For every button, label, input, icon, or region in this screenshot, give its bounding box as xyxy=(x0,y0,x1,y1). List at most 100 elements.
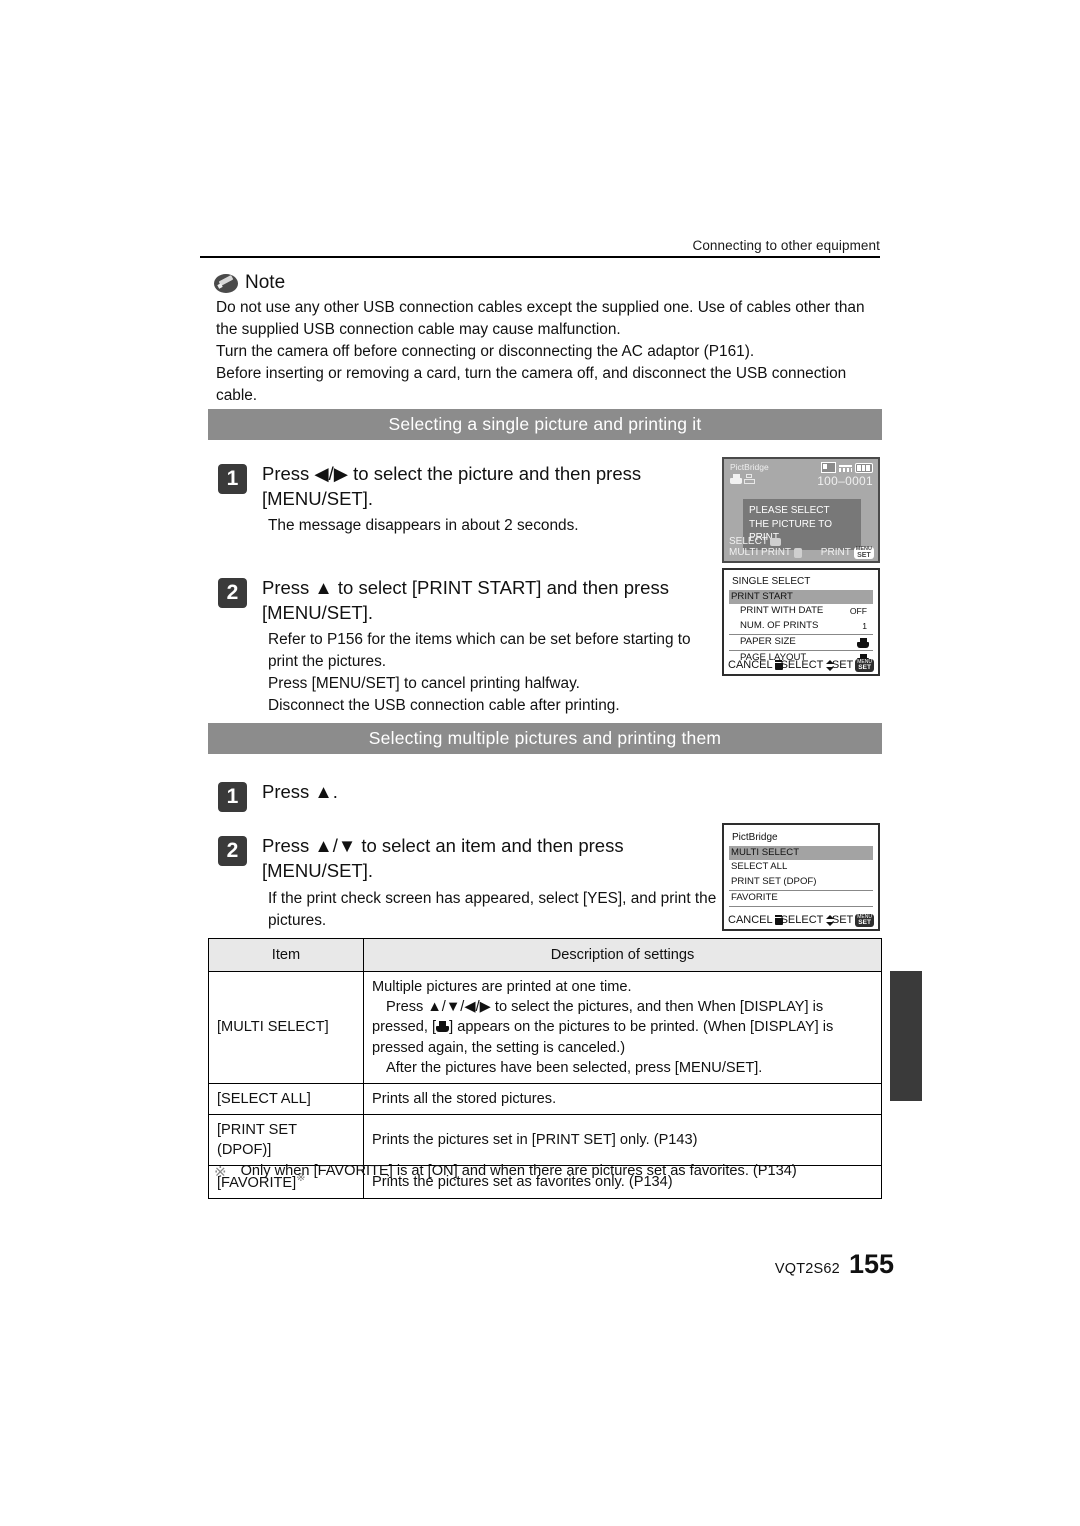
desc-line: Prints all the stored pictures. xyxy=(372,1090,557,1107)
multi-step-detail-2: If the print check screen has appeared, … xyxy=(268,888,718,932)
lcd-menu-item-print-start[interactable]: PRINT START xyxy=(729,589,873,605)
table-header-row: Item Description of settings xyxy=(208,937,882,973)
lcd-menu-footer: CANCEL SELECT SET MENU SET xyxy=(728,913,874,927)
multi-step-number-2: 2 xyxy=(218,836,247,866)
multi-step-number-1: 1 xyxy=(218,782,247,812)
footer-set-label: SET xyxy=(831,914,854,927)
note-line: Before inserting or removing a card, tur… xyxy=(216,364,847,404)
print-indicator-icons xyxy=(730,474,755,484)
desc-line: After the pictures have been selected, p… xyxy=(386,1059,763,1076)
note-line: Turn the camera off before connecting or… xyxy=(216,342,755,360)
multi-step-heading-1: Press ▲. xyxy=(262,781,338,802)
settings-table: Item Description of settings [MULTI SELE… xyxy=(208,937,882,1200)
note-body: Do not use any other USB connection cabl… xyxy=(216,297,884,406)
desc-line: Press ▲/▼/◀/▶ to select the pictures, an… xyxy=(386,999,824,1016)
page-footer: VQT2S62 155 xyxy=(775,1249,894,1280)
note-heading: Note xyxy=(214,272,285,294)
lcd-footer-multiprint-label: MULTI PRINT xyxy=(729,547,792,559)
footer-set-label: SET xyxy=(831,659,854,672)
lcd-title: PictBridge xyxy=(730,462,769,472)
menu-item-label: PRINT WITH DATE xyxy=(740,605,824,617)
printer-icon xyxy=(857,637,869,648)
footer-cancel-label: CANCEL xyxy=(728,659,773,672)
lcd-menu-footer: CANCEL SELECT SET MENU SET xyxy=(728,658,874,672)
battery-icon xyxy=(855,462,873,473)
up-down-arrow-icon xyxy=(825,914,835,926)
file-number: 100–0001 xyxy=(817,474,873,488)
chapter-edge-tab xyxy=(890,971,922,1101)
table-row: [MULTI SELECT] Multiple pictures are pri… xyxy=(208,971,882,1084)
desc-line: Prints the pictures set in [PRINT SET] o… xyxy=(372,1131,698,1148)
printer-icon xyxy=(730,474,742,484)
step-heading-2: Press ▲ to select [PRINT START] and then… xyxy=(262,577,669,623)
menu-item-label: MULTI SELECT xyxy=(731,846,800,858)
footer-select-label: SELECT xyxy=(780,659,824,672)
step-detail-line: Disconnect the USB connection cable afte… xyxy=(268,696,620,714)
up-down-pad-icon xyxy=(794,547,803,558)
footnote-marker: ※ xyxy=(214,1164,227,1181)
menu-item-label: FAVORITE xyxy=(731,892,778,904)
up-down-arrow-icon xyxy=(825,659,835,671)
lcd-menu-item-print-with-date[interactable]: PRINT WITH DATE OFF xyxy=(729,604,873,619)
menu-item-label: PRINT SET (DPOF) xyxy=(731,876,817,888)
table-cell-item: [PRINT SET (DPOF)] xyxy=(208,1113,364,1167)
lcd-menu-item-select-all[interactable]: SELECT ALL xyxy=(729,860,873,875)
section-title-multiple: Selecting multiple pictures and printing… xyxy=(208,723,882,754)
desc-line-with-icon: pressed, [] appears on the pictures to b… xyxy=(372,1017,873,1037)
table-row: [PRINT SET (DPOF)] Prints the pictures s… xyxy=(208,1113,882,1167)
footnote: ※ Only when [FAVORITE] is at [ON] and wh… xyxy=(214,1163,884,1181)
step-detail-line: Refer to P156 for the items which can be… xyxy=(268,631,691,670)
lcd-menu-item-multi-select[interactable]: MULTI SELECT xyxy=(729,845,873,861)
trash-icon xyxy=(774,915,783,926)
note-line: Do not use any other USB connection cabl… xyxy=(216,299,865,338)
lcd-menu-item-favorite[interactable]: FAVORITE xyxy=(729,890,873,906)
multi-step-heading-2: Press ▲/▼ to select an item and then pre… xyxy=(262,835,624,881)
lcd-menu-item-num-of-prints[interactable]: NUM. OF PRINTS 1 xyxy=(729,619,873,634)
menu-item-label: PAPER SIZE xyxy=(740,636,796,648)
footer-select-label: SELECT xyxy=(780,914,824,927)
lcd-single-picture-screen: PictBridge 100–0001 PLEASE SELECT THE PI… xyxy=(722,457,880,563)
menu-set-button-icon: MENU SET xyxy=(853,545,874,559)
document-code: VQT2S62 xyxy=(774,1261,840,1277)
page-number: 155 xyxy=(848,1249,894,1279)
quality-icon xyxy=(839,463,852,472)
lcd-status-icons xyxy=(821,462,873,473)
desc-line: pressed again, the setting is canceled.) xyxy=(372,1039,626,1056)
menu-item-label: SELECT ALL xyxy=(731,861,788,873)
table-header-item: Item xyxy=(208,937,364,973)
picture-size-icon xyxy=(821,462,836,473)
table-row: [SELECT ALL] Prints all the stored pictu… xyxy=(208,1082,882,1115)
footnote-text: Only when [FAVORITE] is at [ON] and when… xyxy=(240,1163,797,1179)
menu-set-bottom: SET xyxy=(858,918,871,926)
step-detail-2: Refer to P156 for the items which can be… xyxy=(268,629,718,717)
lcd-menu-title: SINGLE SELECT xyxy=(732,576,811,587)
menu-set-button-icon: MENU SET xyxy=(855,913,874,927)
manual-page: Connecting to other equipment Note Do no… xyxy=(0,0,1080,1526)
left-right-pad-icon xyxy=(769,537,781,546)
step-heading-1: Press ◀/▶ to select the picture and then… xyxy=(262,463,642,509)
section-title-single: Selecting a single picture and printing … xyxy=(208,409,882,440)
step-number-1: 1 xyxy=(218,464,247,494)
menu-item-value: OFF xyxy=(849,606,867,617)
lcd-single-select-menu: SINGLE SELECT PRINT START PRINT WITH DAT… xyxy=(722,568,880,676)
lcd-footer-actions: MULTI PRINT PRINT MENU SET xyxy=(729,545,874,559)
step-detail-line: Press [MENU/SET] to cancel printing half… xyxy=(268,674,580,692)
menu-set-top: MENU xyxy=(855,545,872,552)
table-header-description: Description of settings xyxy=(363,937,882,973)
lcd-menu-item-print-set-dpof[interactable]: PRINT SET (DPOF) xyxy=(729,875,873,890)
pencil-note-icon xyxy=(214,273,238,293)
lcd-footer-select-label: SELECT xyxy=(729,536,768,547)
menu-set-bottom: SET xyxy=(857,552,871,559)
table-cell-description: Prints all the stored pictures. xyxy=(363,1082,882,1115)
menu-item-label: NUM. OF PRINTS xyxy=(740,620,819,632)
menu-item-value: 1 xyxy=(862,621,867,632)
step-detail-line: If the print check screen has appeared, … xyxy=(268,890,717,929)
printer-icon xyxy=(436,1021,450,1033)
lcd-menu-item-paper-size[interactable]: PAPER SIZE xyxy=(729,634,873,650)
lcd-menu-title: PictBridge xyxy=(732,832,778,843)
footer-cancel-label: CANCEL xyxy=(728,914,773,927)
desc-line: Multiple pictures are printed at one tim… xyxy=(372,979,632,996)
step-detail-1: The message disappears in about 2 second… xyxy=(268,515,698,537)
running-header: Connecting to other equipment xyxy=(692,238,880,253)
table-cell-item: [SELECT ALL] xyxy=(208,1082,364,1115)
